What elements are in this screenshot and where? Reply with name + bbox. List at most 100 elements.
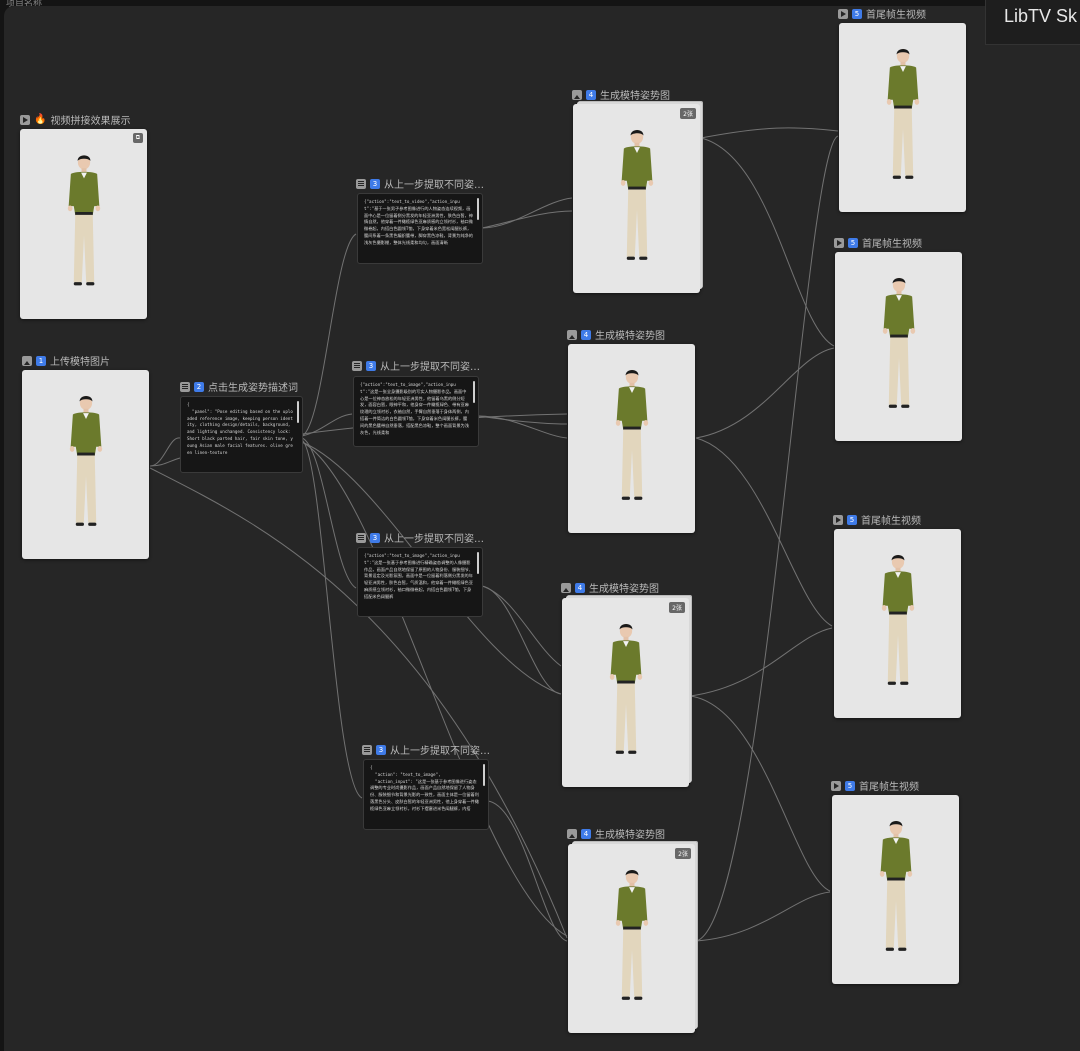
node-label: 从上一步提取不同姿… — [384, 534, 484, 545]
prompt-text: { "panel": "Pose editing based on the up… — [187, 402, 293, 455]
node-label: 从上一步提取不同姿… — [390, 746, 490, 757]
extract-text-node-1[interactable]: {"action":"text_to_video","action_input"… — [357, 193, 483, 264]
scrollbar[interactable] — [483, 764, 485, 786]
wire — [301, 439, 363, 799]
step-badge: 5 — [845, 780, 855, 791]
node-title-extract-4: 3 从上一步提取不同姿… — [362, 742, 490, 757]
node-label: 从上一步提取不同姿… — [384, 180, 484, 191]
wire — [149, 437, 181, 467]
wire — [689, 695, 831, 892]
model-photo — [607, 117, 665, 280]
node-label: 点击生成姿势描述词 — [208, 383, 298, 394]
step-badge: 4 — [586, 89, 596, 100]
node-title-extract-2: 3 从上一步提取不同姿… — [352, 358, 480, 373]
image-icon — [22, 355, 32, 366]
doc-icon — [362, 744, 372, 755]
prompt-text: { "action": "text_to_image", "action_inp… — [370, 765, 479, 811]
node-title-upload: 1 上传模特图片 — [22, 353, 110, 368]
pose-image-node-1[interactable]: 2张 — [573, 104, 700, 293]
video-node-1[interactable] — [839, 23, 966, 212]
image-count-badge[interactable]: 2张 — [669, 602, 685, 613]
doc-icon — [180, 381, 190, 392]
doc-icon — [356, 532, 366, 543]
upload-image-node[interactable] — [22, 370, 149, 559]
node-title-video-3: 5 首尾帧生视频 — [833, 512, 921, 527]
step-badge: 5 — [848, 237, 858, 248]
scrollbar[interactable] — [477, 552, 479, 574]
pose-image-node-4[interactable]: 2张 — [568, 844, 695, 1033]
node-title-extract-1: 3 从上一步提取不同姿… — [356, 176, 484, 191]
node-label: 视频拼接效果展示 — [50, 116, 131, 127]
side-panel-header[interactable]: LibTV Sk — [985, 0, 1080, 45]
fire-icon: 🔥 — [34, 114, 47, 125]
model-photo — [56, 383, 114, 546]
video-node-2[interactable] — [835, 252, 962, 441]
step-badge: 3 — [370, 532, 380, 543]
extract-text-node-3[interactable]: {"action":"text_to_image","action_input"… — [357, 547, 483, 617]
model-photo — [873, 36, 931, 199]
node-label: 首尾帧生视频 — [862, 239, 922, 250]
wire — [695, 437, 833, 627]
image-count-badge[interactable]: 2张 — [675, 848, 691, 859]
prompt-text: {"action":"text_to_video","action_input"… — [364, 199, 473, 245]
wire — [481, 585, 562, 695]
scrollbar[interactable] — [477, 198, 479, 220]
wire — [301, 441, 568, 937]
scrollbar[interactable] — [297, 401, 299, 423]
prompt-text: {"action":"text_to_image","action_input"… — [360, 382, 469, 435]
pose-image-node-2[interactable] — [568, 344, 695, 533]
describe-text-node[interactable]: { "panel": "Pose editing based on the up… — [180, 396, 303, 473]
step-badge: 3 — [366, 360, 376, 371]
node-label: 生成模特姿势图 — [595, 331, 665, 342]
prompt-text: {"action":"text_to_image","action_input"… — [364, 553, 473, 599]
step-badge: 3 — [376, 744, 386, 755]
model-photo — [869, 265, 927, 428]
workflow-canvas[interactable]: 🔥 视频拼接效果展示 ⧉ 1 上传模特图片 2 点击生成姿势描述词 { "pan… — [4, 6, 1080, 1051]
model-photo — [602, 357, 660, 520]
wire — [481, 585, 562, 667]
node-label: 生成模特姿势图 — [600, 91, 670, 102]
pose-image-node-3[interactable]: 2张 — [562, 598, 689, 787]
node-title-video-showcase: 🔥 视频拼接效果展示 — [20, 112, 130, 127]
side-panel-title: LibTV Sk — [1004, 6, 1078, 26]
play-icon — [833, 514, 843, 525]
scrollbar[interactable] — [473, 381, 475, 403]
image-count-badge[interactable]: 2张 — [680, 108, 696, 119]
extract-text-node-2[interactable]: {"action":"text_to_image","action_input"… — [353, 376, 479, 447]
step-badge: 1 — [36, 355, 46, 366]
wire — [301, 233, 357, 437]
extract-text-node-4[interactable]: { "action": "text_to_image", "action_inp… — [363, 759, 489, 830]
model-photo — [596, 611, 654, 774]
image-icon — [572, 89, 582, 100]
node-label: 生成模特姿势图 — [595, 830, 665, 841]
video-node-3[interactable] — [834, 529, 961, 718]
model-photo — [866, 808, 924, 971]
expand-icon[interactable]: ⧉ — [132, 133, 143, 143]
play-icon — [831, 780, 841, 791]
video-showcase-node[interactable]: ⧉ — [20, 129, 147, 319]
play-icon — [834, 237, 844, 248]
step-badge: 4 — [575, 582, 585, 593]
play-icon — [20, 114, 30, 125]
image-icon — [567, 329, 577, 340]
model-photo — [54, 142, 112, 305]
step-badge: 4 — [581, 828, 591, 839]
wire — [481, 210, 573, 229]
wire — [481, 197, 573, 229]
node-title-pose-4: 4 生成模特姿势图 — [567, 826, 665, 841]
node-label: 首尾帧生视频 — [859, 782, 919, 793]
wire — [695, 347, 835, 439]
wire — [487, 800, 568, 942]
doc-icon — [352, 360, 362, 371]
wire — [695, 135, 839, 942]
image-icon — [567, 828, 577, 839]
node-label: 首尾帧生视频 — [861, 516, 921, 527]
play-icon — [838, 8, 848, 19]
node-title-pose-3: 4 生成模特姿势图 — [561, 580, 659, 595]
node-title-video-2: 5 首尾帧生视频 — [834, 235, 922, 250]
node-title-video-4: 5 首尾帧生视频 — [831, 778, 919, 793]
video-node-4[interactable] — [832, 795, 959, 984]
step-badge: 5 — [852, 8, 862, 19]
node-title-video-1: 5 首尾帧生视频 — [838, 6, 926, 21]
doc-icon — [356, 178, 366, 189]
